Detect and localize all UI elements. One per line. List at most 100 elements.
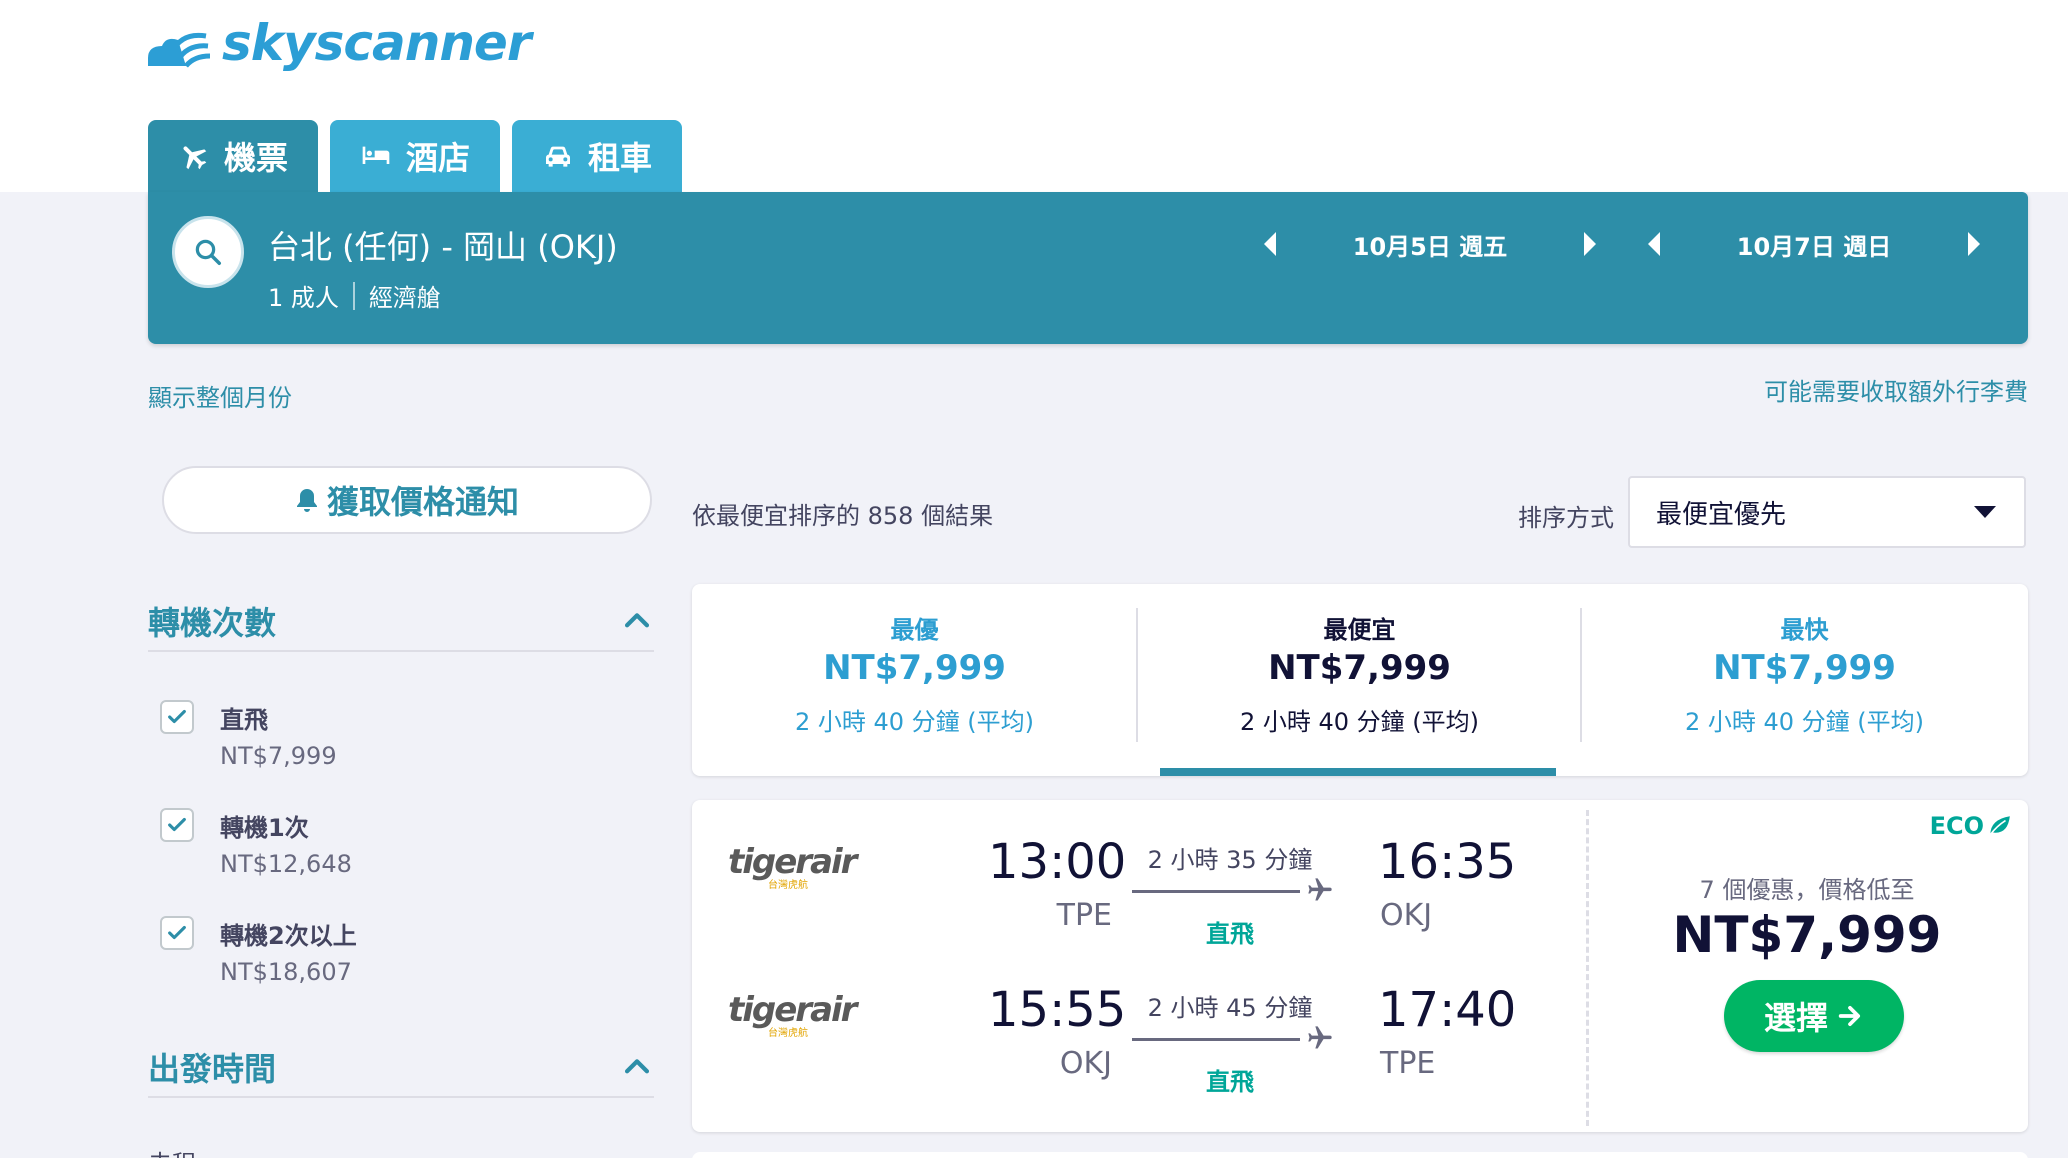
caret-down-icon xyxy=(1974,506,1996,518)
sort-tab-title: 最便宜 xyxy=(1323,616,1396,644)
skyscanner-cloud-icon xyxy=(148,32,211,68)
vertical-tabs: 機票 酒店 租車 xyxy=(148,120,683,192)
sort-tab-title: 最優 xyxy=(890,616,939,644)
sort-tab-cheapest[interactable]: 最便宜 NT$7,999 2 小時 40 分鐘 (平均) xyxy=(1137,584,1582,776)
sort-tab-best[interactable]: 最優 NT$7,999 2 小時 40 分鐘 (平均) xyxy=(692,584,1137,776)
arrival-airport: TPE xyxy=(1380,1046,1436,1081)
outbound-label: 去程 xyxy=(148,1144,196,1158)
sort-tab-duration: 2 小時 40 分鐘 (平均) xyxy=(1239,708,1480,736)
skyscanner-logo[interactable]: skyscanner xyxy=(146,10,532,76)
return-prev-day-icon[interactable] xyxy=(1648,232,1660,256)
tab-cars[interactable]: 租車 xyxy=(512,120,683,192)
stops-filter-header[interactable]: 轉機次數 xyxy=(148,592,654,652)
select-flight-button[interactable]: 選擇 xyxy=(1724,980,1904,1052)
bed-icon xyxy=(362,146,390,164)
price-alert-button[interactable]: 獲取價格通知 xyxy=(162,466,652,534)
next-result-card-edge xyxy=(692,1152,2028,1158)
stops-option-label: 轉機1次 xyxy=(220,814,309,842)
departure-airport: TPE xyxy=(1056,898,1112,933)
sort-tab-duration: 2 小時 40 分鐘 (平均) xyxy=(1684,708,1925,736)
car-icon xyxy=(546,146,571,167)
travellers-text: 1 成人 xyxy=(268,284,339,312)
airline-subname: 台灣虎航 xyxy=(768,1028,808,1039)
checkbox-two-plus[interactable] xyxy=(160,916,194,950)
flight-leg-return: tigerair 台灣虎航 15:55 OKJ 2 小時 45 分鐘 直飛 17… xyxy=(728,978,1548,1098)
leaf-icon xyxy=(1989,816,2010,836)
search-button[interactable] xyxy=(172,216,244,288)
stops-filter-title: 轉機次數 xyxy=(148,604,277,642)
bell-icon xyxy=(296,489,317,512)
checkmark-icon xyxy=(168,817,186,832)
route-line xyxy=(1132,1038,1300,1041)
depart-prev-day-icon[interactable] xyxy=(1264,232,1276,256)
plane-icon xyxy=(1308,1026,1332,1049)
flight-result-card[interactable]: tigerair 台灣虎航 13:00 TPE 2 小時 35 分鐘 直飛 16… xyxy=(692,800,2028,1132)
arrival-airport: OKJ xyxy=(1380,898,1433,933)
stops-text: 直飛 xyxy=(1206,1068,1254,1096)
results-count: 依最便宜排序的 858 個結果 xyxy=(692,502,994,530)
active-tab-indicator xyxy=(1160,768,1556,776)
departure-airport: OKJ xyxy=(1059,1046,1112,1081)
stops-text: 直飛 xyxy=(1206,920,1254,948)
airline-logo: tigerair 台灣虎航 xyxy=(728,990,857,1039)
tab-hotels-label: 酒店 xyxy=(406,139,471,177)
sort-tab-price: NT$7,999 xyxy=(1268,648,1451,688)
checkbox-direct[interactable] xyxy=(160,700,194,734)
sort-tab-title: 最快 xyxy=(1780,616,1829,644)
return-date-picker: 10月7日 週日 xyxy=(1648,222,1980,266)
flight-duration: 2 小時 45 分鐘 xyxy=(1147,994,1313,1022)
stops-option-label: 轉機2次以上 xyxy=(220,922,357,950)
chevron-up-icon[interactable] xyxy=(620,1050,654,1084)
airline-subname: 台灣虎航 xyxy=(768,880,808,891)
sort-select[interactable]: 最便宜優先 xyxy=(1628,476,2026,548)
route-text: 台北 (任何) - 岡山 (OKJ) xyxy=(268,228,618,266)
show-whole-month-link[interactable]: 顯示整個月份 xyxy=(148,378,292,413)
sort-tab-price: NT$7,999 xyxy=(1713,648,1896,688)
cabin-text: 經濟艙 xyxy=(368,284,441,312)
price-alert-label: 獲取價格通知 xyxy=(326,483,519,521)
tab-flights[interactable]: 機票 xyxy=(148,120,319,192)
flight-price: NT$7,999 xyxy=(1672,906,1942,964)
search-summary-bar[interactable]: 台北 (任何) - 岡山 (OKJ) 1 成人 經濟艙 10月5日 週五 10月… xyxy=(148,192,2028,344)
departure-filter-title: 出發時間 xyxy=(148,1050,277,1088)
sort-tab-fastest[interactable]: 最快 NT$7,999 2 小時 40 分鐘 (平均) xyxy=(1582,584,2027,776)
baggage-fee-link[interactable]: 可能需要收取額外行李費 xyxy=(1764,372,2028,407)
checkmark-icon xyxy=(168,709,186,724)
depart-next-day-icon[interactable] xyxy=(1584,232,1596,256)
checkmark-icon xyxy=(168,925,186,940)
divider xyxy=(352,281,355,310)
stops-option-label: 直飛 xyxy=(220,706,268,734)
departure-filter-header[interactable]: 出發時間 xyxy=(148,1038,654,1098)
flight-duration: 2 小時 35 分鐘 xyxy=(1147,846,1313,874)
sort-tab-duration: 2 小時 40 分鐘 (平均) xyxy=(794,708,1035,736)
chevron-up-icon[interactable] xyxy=(620,604,654,638)
stops-option-price: NT$12,648 xyxy=(220,850,352,878)
sort-tab-price: NT$7,999 xyxy=(823,648,1006,688)
airline-logo: tigerair 台灣虎航 xyxy=(728,842,857,891)
arrival-time: 16:35 xyxy=(1378,834,1517,890)
return-next-day-icon[interactable] xyxy=(1968,232,1980,256)
travellers-cabin: 1 成人 經濟艙 xyxy=(268,278,441,313)
search-icon xyxy=(195,239,221,265)
select-button-label: 選擇 xyxy=(1763,999,1828,1037)
sort-label: 排序方式 xyxy=(1518,504,1614,532)
eco-label: ECO xyxy=(1929,812,1984,840)
depart-date-picker: 10月5日 週五 xyxy=(1264,222,1596,266)
stops-option-price: NT$7,999 xyxy=(220,742,337,770)
sort-tabs: 最優 NT$7,999 2 小時 40 分鐘 (平均) 最便宜 NT$7,999… xyxy=(692,584,2028,776)
tab-cars-label: 租車 xyxy=(588,139,653,177)
route-line xyxy=(1132,890,1300,893)
depart-date[interactable]: 10月5日 週五 xyxy=(1276,227,1584,262)
eco-badge: ECO xyxy=(1930,812,2012,840)
stops-option-price: NT$18,607 xyxy=(220,958,352,986)
checkbox-one-stop[interactable] xyxy=(160,808,194,842)
sort-select-value: 最便宜優先 xyxy=(1656,499,1787,530)
departure-time: 15:55 xyxy=(988,982,1127,1038)
flight-leg-outbound: tigerair 台灣虎航 13:00 TPE 2 小時 35 分鐘 直飛 16… xyxy=(728,830,1548,950)
tab-hotels[interactable]: 酒店 xyxy=(330,120,501,192)
tab-flights-label: 機票 xyxy=(224,139,289,177)
deals-text: 7 個優惠，價格低至 xyxy=(1699,876,1915,904)
return-date[interactable]: 10月7日 週日 xyxy=(1660,227,1968,262)
arrow-right-icon xyxy=(1838,1005,1861,1027)
plane-icon xyxy=(1308,878,1332,901)
